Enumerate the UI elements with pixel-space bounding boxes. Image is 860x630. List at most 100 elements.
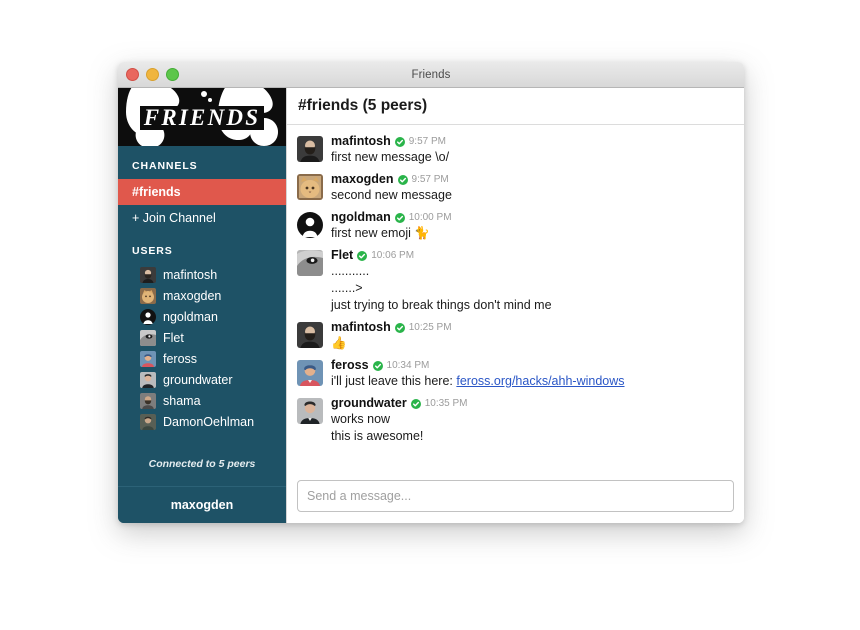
avatar-flet-icon — [140, 329, 156, 346]
avatar-ngoldman-icon — [140, 308, 156, 325]
message-item: ngoldman 10:00 PM first new emoji 🐈 — [297, 207, 734, 245]
avatar-shama-icon — [140, 392, 156, 409]
message-text: i'll just leave this here: feross.org/ha… — [331, 373, 734, 390]
message-text: just trying to break things don't mind m… — [331, 298, 552, 312]
message-body: mafintosh 10:25 PM 👍 — [331, 320, 734, 352]
verified-badge-icon — [372, 360, 383, 371]
sidebar-user-ngoldman[interactable]: ngoldman — [118, 306, 286, 327]
channel-header: #friends (5 peers) — [287, 88, 744, 125]
avatar-feross-icon — [140, 350, 156, 367]
sidebar-user-flet[interactable]: Flet — [118, 327, 286, 348]
sidebar-join-channel[interactable]: + Join Channel — [118, 205, 286, 231]
sidebar-user-mafintosh[interactable]: mafintosh — [118, 264, 286, 285]
message-body: ngoldman 10:00 PM first new emoji 🐈 — [331, 210, 734, 242]
avatar-mafintosh-icon — [140, 266, 156, 283]
sidebar-user-groundwater[interactable]: groundwater — [118, 369, 286, 390]
verified-badge-icon — [394, 136, 405, 147]
message-link[interactable]: feross.org/hacks/ahh-windows — [456, 374, 624, 388]
message-body: maxogden 9:57 PM second new message — [331, 172, 734, 204]
sidebar-channel-friends[interactable]: #friends — [118, 179, 286, 205]
main-panel: #friends (5 peers) mafintosh 9:57 PM fir… — [286, 88, 744, 523]
logo-wordmark: FRIENDS — [143, 105, 261, 130]
window-body: FRIENDS CHANNELS #friends + Join Channel… — [118, 88, 744, 523]
message-item: mafintosh 10:25 PM 👍 — [297, 317, 734, 355]
window-title: Friends — [411, 68, 451, 81]
message-time: 10:25 PM — [408, 322, 452, 333]
verified-badge-icon — [394, 212, 405, 223]
message-input[interactable]: Send a message... — [297, 480, 734, 512]
message-time: 10:35 PM — [424, 398, 468, 409]
sidebar-user-label: ngoldman — [163, 309, 218, 324]
avatar-groundwater-icon — [297, 398, 323, 424]
message-author: mafintosh — [331, 134, 391, 148]
message-time: 10:06 PM — [371, 250, 415, 261]
sidebar-user-label: mafintosh — [163, 267, 218, 282]
verified-badge-icon — [410, 398, 421, 409]
sidebar-user-feross[interactable]: feross — [118, 348, 286, 369]
app-logo: FRIENDS — [118, 88, 286, 146]
message-header: ngoldman 10:00 PM — [331, 210, 734, 225]
message-author: feross — [331, 358, 369, 372]
message-header: maxogden 9:57 PM — [331, 172, 734, 187]
message-author: mafintosh — [331, 320, 391, 334]
peers-status: Connected to 5 peers — [148, 458, 256, 470]
message-item: maxogden 9:57 PM second new message — [297, 169, 734, 207]
message-text: second new message — [331, 188, 452, 202]
sidebar: FRIENDS CHANNELS #friends + Join Channel… — [118, 88, 286, 523]
message-header: mafintosh 9:57 PM — [331, 134, 734, 149]
message-body: groundwater 10:35 PM works now this is a… — [331, 396, 734, 445]
sidebar-user-maxogden[interactable]: maxogden — [118, 285, 286, 306]
message-header: groundwater 10:35 PM — [331, 396, 734, 411]
avatar-groundwater-icon — [140, 371, 156, 388]
message-time: 9:57 PM — [411, 174, 449, 185]
message-text: this is awesome! — [331, 429, 424, 443]
sidebar-user-label: shama — [163, 393, 201, 408]
message-header: feross 10:34 PM — [331, 358, 734, 373]
message-body: Flet 10:06 PM ........... .......> just … — [331, 248, 734, 314]
message-author: ngoldman — [331, 210, 391, 224]
channels-heading: CHANNELS — [132, 160, 198, 172]
sidebar-user-damonoehlman[interactable]: DamonOehlman — [118, 411, 286, 432]
users-heading: USERS — [132, 245, 173, 257]
sidebar-user-label: groundwater — [163, 372, 233, 387]
message-time: 9:57 PM — [408, 136, 446, 147]
close-traffic-light-icon[interactable] — [126, 68, 139, 81]
composer-container: Send a message... — [287, 476, 744, 523]
channel-title: #friends (5 peers) — [298, 97, 428, 114]
message-author: Flet — [331, 248, 354, 262]
message-text: works now — [331, 412, 391, 426]
message-text: first new emoji 🐈 — [331, 226, 430, 240]
avatar-flet-icon — [297, 250, 323, 276]
verified-badge-icon — [397, 174, 408, 185]
current-user-label[interactable]: maxogden — [118, 486, 286, 523]
message-list: mafintosh 9:57 PM first new message \o/ — [287, 125, 744, 476]
window-titlebar[interactable]: Friends — [118, 62, 744, 88]
message-item: groundwater 10:35 PM works now this is a… — [297, 393, 734, 448]
verified-badge-icon — [394, 322, 405, 333]
message-text: .......> — [331, 281, 363, 295]
message-item: mafintosh 9:57 PM first new message \o/ — [297, 131, 734, 169]
sidebar-user-shama[interactable]: shama — [118, 390, 286, 411]
message-text: 👍 — [331, 336, 347, 350]
avatar-maxogden-icon — [140, 287, 156, 304]
message-time: 10:34 PM — [386, 360, 430, 371]
sidebar-user-label: feross — [163, 351, 198, 366]
message-body: mafintosh 9:57 PM first new message \o/ — [331, 134, 734, 166]
avatar-maxogden-icon — [297, 174, 323, 200]
sidebar-user-label: DamonOehlman — [163, 414, 255, 429]
screenshot-root: Friends FRIENDS CHANNELS #friends + Join… — [0, 0, 860, 630]
message-time: 10:00 PM — [408, 212, 452, 223]
minimize-traffic-light-icon[interactable] — [146, 68, 159, 81]
maximize-traffic-light-icon[interactable] — [166, 68, 179, 81]
app-window: Friends FRIENDS CHANNELS #friends + Join… — [118, 62, 744, 523]
avatar-mafintosh-icon — [297, 322, 323, 348]
avatar-ngoldman-icon — [297, 212, 323, 238]
avatar-damonoehlman-icon — [140, 413, 156, 430]
traffic-lights — [126, 62, 179, 87]
avatar-mafintosh-icon — [297, 136, 323, 162]
sidebar-user-label: Flet — [163, 330, 184, 345]
message-author: maxogden — [331, 172, 394, 186]
message-header: Flet 10:06 PM — [331, 248, 734, 263]
message-text-prefix: i'll just leave this here: — [331, 374, 457, 388]
verified-badge-icon — [357, 250, 368, 261]
